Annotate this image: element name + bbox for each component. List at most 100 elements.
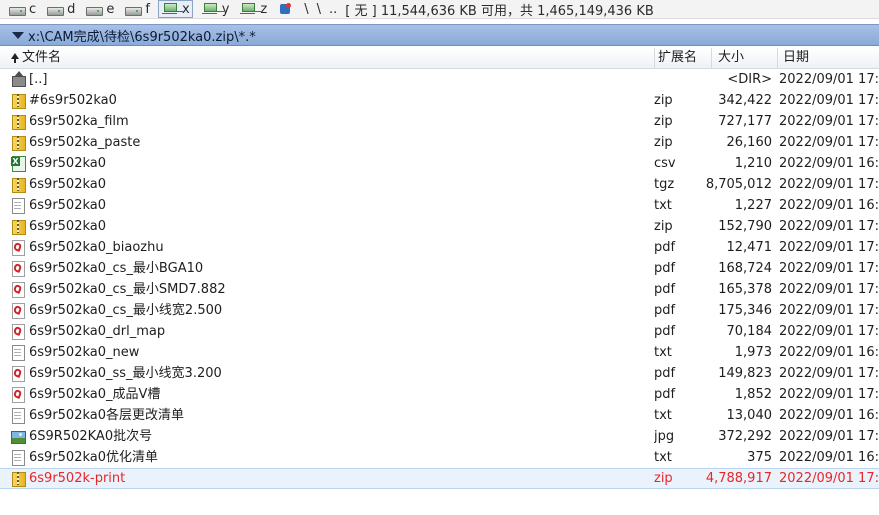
file-date: 2022/09/01 17: — [779, 177, 879, 192]
file-name: 6s9r502ka0 — [29, 156, 107, 171]
up-icon — [11, 71, 26, 87]
column-size[interactable]: 大小 — [712, 48, 778, 68]
file-size: 12,471 — [726, 240, 773, 255]
text-file-icon — [11, 345, 25, 361]
file-size: 1,210 — [734, 156, 772, 171]
pdf-icon — [11, 282, 25, 298]
zip-icon — [11, 135, 26, 151]
file-size: 152,790 — [718, 219, 772, 234]
drive-d[interactable]: d — [44, 1, 77, 17]
file-size: 727,177 — [718, 114, 772, 129]
file-size: 372,292 — [718, 429, 772, 444]
backslash-button[interactable]: \ — [317, 2, 321, 17]
file-row[interactable]: 6s9r502ka0优化清单 txt 375 2022/09/01 16: — [0, 447, 879, 468]
file-name: 6s9r502ka0 — [29, 177, 107, 192]
file-ext: pdf — [654, 324, 676, 339]
drive-list: c defxyz — [0, 0, 296, 18]
file-row[interactable]: 6s9r502ka_paste zip 26,160 2022/09/01 17: — [0, 132, 879, 153]
drive-f[interactable]: f — [122, 1, 152, 17]
file-date: 2022/09/01 17: — [779, 366, 879, 381]
file-name: 6s9r502ka0 — [29, 198, 107, 213]
file-row[interactable]: 6S9R502KA0批次号 jpg 372,292 2022/09/01 17: — [0, 426, 879, 447]
file-name: 6S9R502KA0批次号 — [29, 429, 153, 444]
file-name: 6s9r502ka0_cs_最小线宽2.500 — [29, 303, 223, 318]
history-dropdown-icon[interactable] — [12, 31, 24, 39]
pdf-icon — [11, 240, 25, 256]
file-date: 2022/09/01 17: — [779, 240, 879, 255]
file-row[interactable]: 6s9r502ka0 tgz 8,705,012 2022/09/01 17: — [0, 174, 879, 195]
file-row[interactable]: 6s9r502ka0 zip 152,790 2022/09/01 17: — [0, 216, 879, 237]
file-row[interactable]: 6s9r502ka_film zip 727,177 2022/09/01 17: — [0, 111, 879, 132]
file-name: 6s9r502ka0_new — [29, 345, 140, 360]
file-name: 6s9r502ka_film — [29, 114, 129, 129]
drive-letter: c — [29, 1, 37, 17]
file-row[interactable]: 6s9r502ka0 txt 1,227 2022/09/01 16: — [0, 195, 879, 216]
file-date: 2022/09/01 17: — [779, 135, 879, 150]
file-size: 168,724 — [718, 261, 772, 276]
file-date: 2022/09/01 17: — [779, 261, 879, 276]
file-ext: pdf — [654, 240, 676, 255]
sort-up-arrow-icon — [11, 52, 19, 63]
file-size: 149,823 — [718, 366, 772, 381]
network-drive-icon — [161, 3, 179, 15]
drive-letter: d — [67, 1, 76, 17]
file-ext: zip — [654, 219, 673, 234]
file-row[interactable]: #6s9r502ka0 zip 342,422 2022/09/01 17: — [0, 90, 879, 111]
column-date[interactable]: 日期 — [778, 48, 879, 68]
file-ext: pdf — [654, 282, 676, 297]
drive-y[interactable]: y — [199, 1, 232, 17]
drive-z[interactable]: z — [237, 1, 269, 17]
file-row[interactable]: 6s9r502ka0_ss_最小线宽3.200 pdf 149,823 2022/09… — [0, 363, 879, 384]
file-row[interactable]: 6s9r502ka0_成品V槽 pdf 1,852 2022/09/01 17: — [0, 384, 879, 405]
file-row[interactable]: 6s9r502ka0_cs_最小SMD7.882 pdf 165,378 2022/0… — [0, 279, 879, 300]
file-date: 2022/09/01 16: — [779, 198, 879, 213]
file-name: 6s9r502ka0_biaozhu — [29, 240, 164, 255]
file-size: 175,346 — [718, 303, 772, 318]
path-bar[interactable]: x:\CAM完成\待检\6s9r502ka0.zip\*.* — [0, 24, 879, 46]
column-ext[interactable]: 扩展名 — [654, 48, 712, 68]
file-date: 2022/09/01 17: — [779, 114, 879, 129]
root-button[interactable]: \ — [304, 2, 308, 17]
file-row[interactable]: 6s9r502ka0_new txt 1,973 2022/09/01 16: — [0, 342, 879, 363]
file-row[interactable]: 6s9r502ka0_cs_最小线宽2.500 pdf 175,346 2022/09… — [0, 300, 879, 321]
file-ext: txt — [654, 345, 672, 360]
file-row[interactable]: [..] <DIR> 2022/09/01 17: — [0, 69, 879, 90]
hard-drive-icon — [46, 3, 65, 16]
network-neighborhood-icon[interactable] — [279, 3, 293, 15]
column-size-label: 大小 — [718, 50, 745, 65]
file-ext: tgz — [654, 177, 675, 192]
file-date: 2022/09/01 16: — [779, 408, 879, 423]
file-row[interactable]: 6s9r502ka0_drl_map pdf 70,184 2022/09/01 17… — [0, 321, 879, 342]
file-ext: txt — [654, 450, 672, 465]
file-ext: txt — [654, 408, 672, 423]
file-name: 6s9r502ka0_drl_map — [29, 324, 166, 339]
file-size: 1,852 — [734, 387, 772, 402]
file-row[interactable]: 6s9r502ka0各层更改清单 txt 13,040 2022/09/01 16: — [0, 405, 879, 426]
drive-e[interactable]: e — [83, 1, 116, 17]
file-ext: zip — [654, 93, 673, 108]
file-size: 13,040 — [726, 408, 773, 423]
file-size: 26,160 — [726, 135, 773, 150]
pdf-icon — [11, 366, 25, 382]
pdf-icon — [11, 387, 25, 403]
file-size: 1,973 — [734, 345, 772, 360]
zip-icon — [11, 177, 26, 193]
column-name[interactable]: 文件名 — [0, 48, 655, 68]
drive-x[interactable]: x — [158, 0, 193, 18]
file-date: 2022/09/01 16: — [779, 450, 879, 465]
file-size: 375 — [747, 450, 772, 465]
file-date: 2022/09/01 17: — [779, 324, 879, 339]
hard-drive-icon — [8, 3, 26, 16]
file-row-selected[interactable]: 6s9r502k-print zip 4,788,917 2022/09/01 17: — [0, 468, 879, 489]
file-ext: pdf — [654, 303, 676, 318]
zip-icon — [11, 471, 26, 487]
up-dir-button[interactable]: .. — [329, 2, 337, 17]
file-row[interactable]: 6s9r502ka0_cs_最小BGA10 pdf 168,724 2022/09/0… — [0, 258, 879, 279]
file-date: 2022/09/01 17: — [779, 303, 879, 318]
drive-c[interactable]: c — [6, 1, 38, 17]
file-row[interactable]: 6s9r502ka0_biaozhu pdf 12,471 2022/09/01 17… — [0, 237, 879, 258]
file-size: 70,184 — [726, 324, 773, 339]
file-date: 2022/09/01 16: — [779, 345, 879, 360]
file-row[interactable]: 6s9r502ka0 csv 1,210 2022/09/01 16: — [0, 153, 879, 174]
file-ext: zip — [654, 135, 673, 150]
